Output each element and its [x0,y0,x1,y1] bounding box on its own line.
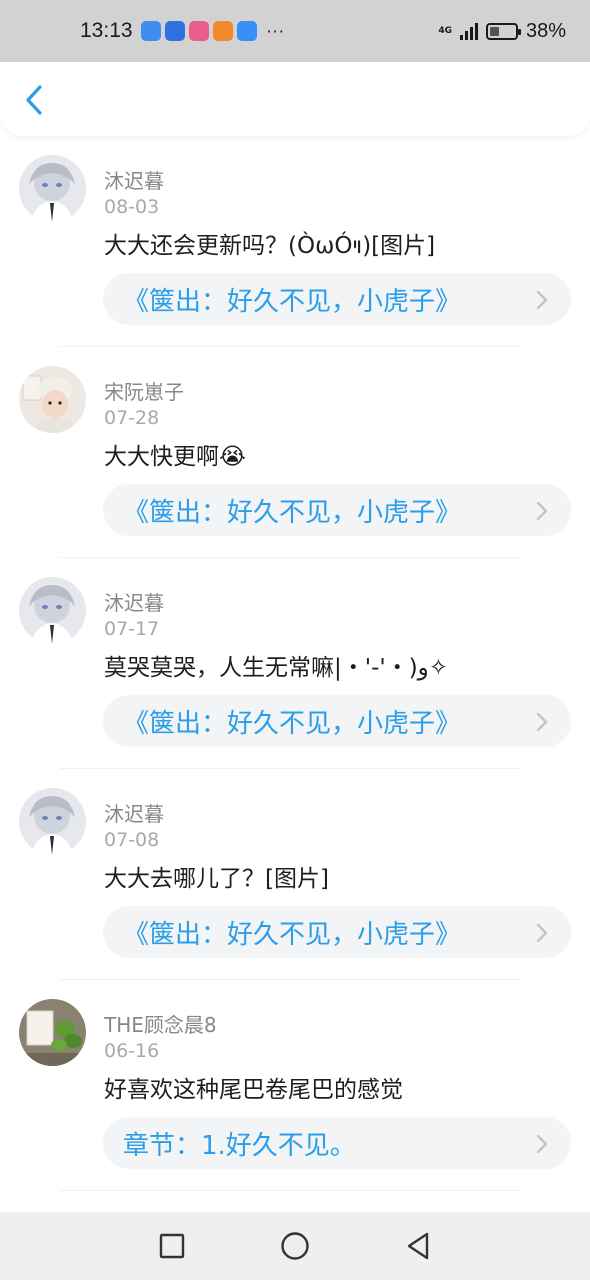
square-icon [159,1233,184,1259]
nav-back-button[interactable] [394,1222,442,1270]
comment-text: 大大快更啊😭 [104,444,246,470]
chapter-link[interactable]: 《箧出：好久不见，小虎子》 [103,695,571,747]
status-more-icon: ··· [266,21,285,41]
system-nav-bar [0,1212,590,1280]
comment-username[interactable]: 宋阮崽子 [104,376,184,405]
comment-username[interactable]: 沐迟暮 [104,798,164,827]
circle-icon [281,1232,309,1260]
play-app-icon [212,21,233,41]
status-time: 13:13 [80,19,133,42]
lightbulb-app-icon [164,21,185,41]
recent-apps-button[interactable] [148,1222,196,1270]
anime-boy-avatar[interactable] [19,577,86,644]
network-type: 4G [438,25,452,36]
comment-text: 大大去哪儿了？[图片] [104,866,329,892]
comment-list: 沐迟暮 08-03 大大还会更新吗？(ÒωÓױ)[图片] 《箧出：好久不见，小虎… [0,136,590,1191]
chapter-link-label: 章节：1.好久不见。 [123,1130,356,1161]
header-bar [0,62,590,136]
comment-item: 宋阮崽子 07-28 大大快更啊😭 《箧出：好久不见，小虎子》 [0,347,590,558]
comment-date: 06-16 [104,1040,160,1062]
comment-username[interactable]: 沐迟暮 [104,587,164,616]
anime-boy-avatar[interactable] [19,155,86,222]
comment-text: 好喜欢这种尾巴卷尾巴的感觉 [104,1077,403,1103]
comment-username[interactable]: THE顾念晨8 [104,1009,217,1038]
comment-date: 08-03 [104,196,160,218]
chapter-link[interactable]: 《箧出：好久不见，小虎子》 [103,906,571,958]
home-button[interactable] [271,1222,319,1270]
comment-date: 07-08 [104,829,160,851]
anime-boy-avatar[interactable] [19,788,86,855]
chapter-link-label: 《箧出：好久不见，小虎子》 [123,919,462,950]
comment-date: 07-17 [104,618,160,640]
plant-photo-avatar[interactable] [19,999,86,1066]
chevron-right-icon [536,290,548,310]
battery-icon [485,22,521,40]
battery-percent: 38% [525,19,566,42]
status-bar: 13:13 ··· 4G 38% [0,0,590,62]
child-photo-avatar[interactable] [19,366,86,433]
comment-item: THE顾念晨8 06-16 好喜欢这种尾巴卷尾巴的感觉 章节：1.好久不见。 [0,980,590,1191]
shield-app-icon [140,21,161,41]
comment-date: 07-28 [104,407,160,429]
grid-app-icon [188,21,209,41]
chevron-left-icon [26,85,42,115]
chevron-right-icon [536,1134,548,1154]
chapter-link[interactable]: 章节：1.好久不见。 [103,1117,571,1169]
signal-icon [459,22,478,40]
triangle-back-icon [408,1232,429,1260]
chapter-link[interactable]: 《箧出：好久不见，小虎子》 [103,484,571,536]
comment-item: 沐迟暮 08-03 大大还会更新吗？(ÒωÓױ)[图片] 《箧出：好久不见，小虎… [0,136,590,347]
chevron-right-icon [536,712,548,732]
comment-item: 沐迟暮 07-08 大大去哪儿了？[图片] 《箧出：好久不见，小虎子》 [0,769,590,980]
comment-username[interactable]: 沐迟暮 [104,165,164,194]
chevron-right-icon [536,501,548,521]
chevron-right-icon [536,923,548,943]
chapter-link-label: 《箧出：好久不见，小虎子》 [123,497,462,528]
comment-item: 沐迟暮 07-17 莫哭莫哭，人生无常嘛|・'-'・)و✧ 《箧出：好久不见，小… [0,558,590,769]
chapter-link[interactable]: 《箧出：好久不见，小虎子》 [103,273,571,325]
comment-text: 大大还会更新吗？(ÒωÓױ)[图片] [104,233,436,259]
comment-text: 莫哭莫哭，人生无常嘛|・'-'・)و✧ [104,655,449,681]
chapter-link-label: 《箧出：好久不见，小虎子》 [123,708,462,739]
weather-app-icon [236,21,257,41]
divider [60,1190,520,1191]
chapter-link-label: 《箧出：好久不见，小虎子》 [123,286,462,317]
back-button[interactable] [16,80,52,120]
status-app-icons: ··· [140,21,285,41]
